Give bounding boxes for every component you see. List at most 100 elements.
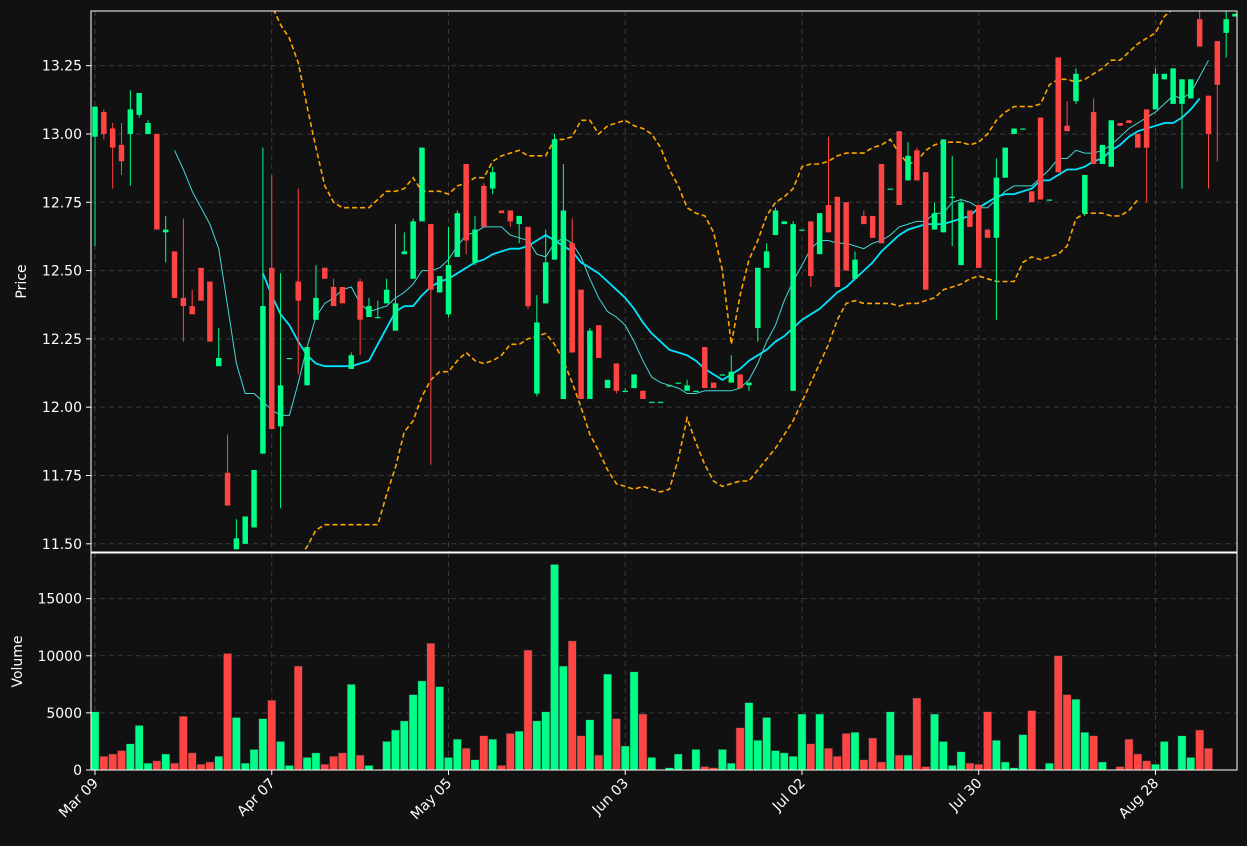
candle-body (869, 215, 876, 238)
candle-body (728, 371, 735, 383)
volume-bar (691, 749, 701, 771)
volume-bar (868, 737, 877, 771)
candle-body (525, 226, 531, 307)
candle-body (1082, 174, 1088, 214)
candle-body (198, 267, 204, 301)
candle-body (322, 267, 328, 279)
candle-body (1090, 112, 1097, 165)
volume-bar (170, 762, 179, 771)
candle-body (1108, 120, 1115, 167)
candle-body (507, 210, 514, 222)
volume-bar (276, 741, 285, 771)
volume-bar (1133, 753, 1143, 771)
volume-bar (338, 752, 347, 771)
candlestick-chart: 11.50 11.75 12.00 12.25 12.50 12.75 13.00 13.25… (0, 0, 1247, 842)
candle-body (1011, 128, 1017, 134)
volume-bar (762, 717, 771, 771)
candle-body (940, 139, 947, 233)
candle-body (330, 286, 337, 307)
volume-bar (726, 762, 736, 771)
volume-bar (921, 766, 931, 771)
volume-bar (205, 761, 215, 771)
volume-bar (576, 735, 586, 771)
candle-body (1037, 117, 1044, 200)
volume-bar (965, 762, 975, 771)
volume-bar (435, 686, 444, 771)
volume-bar (143, 762, 153, 771)
volume-tick-label: 10000 (37, 649, 82, 665)
volume-bar (488, 738, 497, 771)
candle-body (975, 204, 982, 268)
volume-bar (647, 757, 657, 771)
volume-bar (903, 754, 913, 771)
volume-bar (841, 733, 851, 771)
candle-body (428, 224, 434, 290)
volume-bar (223, 653, 232, 771)
volume-bar (453, 738, 462, 771)
candle-body (109, 128, 116, 148)
volume-bar (382, 741, 391, 771)
price-tick-label: 12.00 (42, 400, 82, 416)
candle-body (1152, 73, 1159, 110)
candle-body (1099, 144, 1106, 165)
candle-body (1188, 79, 1194, 99)
candle-body (401, 251, 408, 255)
candle-body (993, 177, 1000, 238)
volume-bar (939, 741, 948, 771)
volume-bar (1115, 766, 1125, 771)
volume-bar (603, 673, 612, 771)
candle-body (631, 374, 637, 389)
candle-body (852, 259, 858, 279)
candle-body (551, 139, 558, 260)
price-tick-label: 11.75 (42, 468, 82, 484)
volume-bar (417, 680, 427, 771)
candle-body (516, 215, 522, 225)
volume-bar (355, 754, 365, 771)
candle-body (763, 251, 770, 268)
candle-body (339, 286, 346, 304)
candle-body (772, 210, 779, 236)
candle-body (1126, 120, 1132, 124)
ma-slow-line (174, 59, 1209, 416)
candle-body (295, 281, 301, 301)
volume-bar (444, 757, 453, 771)
volume-bar (859, 759, 869, 771)
candle-body (171, 251, 178, 298)
volume-bar (1177, 735, 1187, 771)
candle-body (1029, 191, 1035, 203)
candle-body (1055, 57, 1061, 173)
candle-body (1002, 147, 1008, 178)
candle-body (472, 229, 478, 263)
candle-body (569, 243, 575, 353)
x-tick-label: Jun 03 (589, 776, 632, 819)
volume-bar (894, 754, 904, 771)
volume-bar (1089, 735, 1098, 771)
candle-body (127, 109, 134, 134)
candle-body (931, 213, 938, 230)
candle-body (313, 297, 319, 320)
candle-body (286, 358, 293, 360)
candle-body (640, 390, 646, 399)
candle-body (118, 144, 125, 162)
volume-bar (700, 766, 710, 771)
volume-bar (461, 748, 471, 771)
candle-body (489, 172, 496, 189)
candle-body (348, 355, 355, 369)
volume-bar (302, 757, 312, 771)
volume-bar (240, 762, 250, 771)
volume-bar (90, 711, 100, 771)
candle-body (808, 221, 814, 277)
volume-bar (833, 756, 842, 771)
volume-bar (585, 719, 595, 771)
lower-band-line (302, 199, 1139, 552)
price-tick-label: 12.25 (42, 332, 82, 348)
candle-body (1179, 79, 1185, 104)
candle-body (958, 202, 964, 266)
volume-bar (196, 764, 206, 771)
candle-body (595, 325, 602, 359)
candle-body (233, 538, 240, 550)
candle-body (675, 382, 681, 384)
candle-body (1143, 109, 1150, 148)
candle-body (136, 92, 142, 115)
x-tick-label: Jul 30 (946, 776, 986, 816)
